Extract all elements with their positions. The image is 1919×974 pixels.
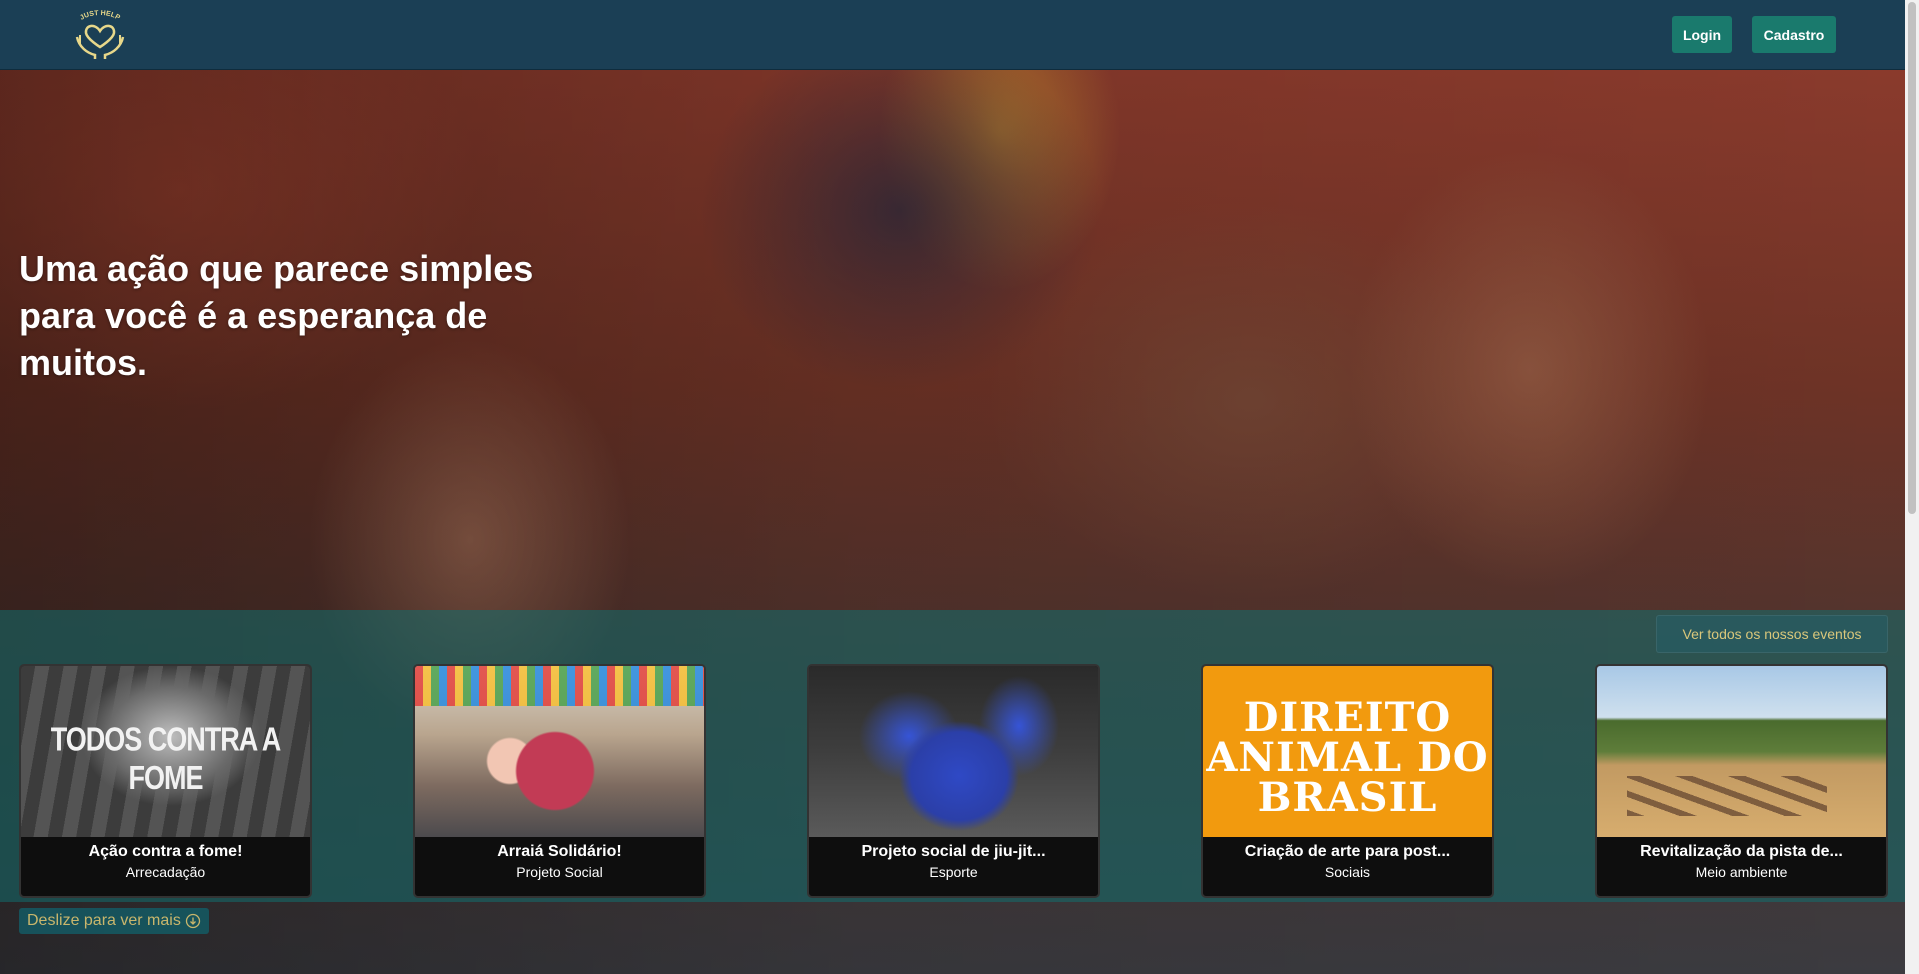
events-carousel: Ver todos os nossos eventos TODOS CONTRA… xyxy=(0,610,1905,902)
hero-headline: Uma ação que parece simples para você é … xyxy=(19,248,534,383)
see-all-events-button[interactable]: Ver todos os nossos eventos xyxy=(1656,615,1888,653)
logo[interactable]: JUST HELP xyxy=(69,9,131,61)
signup-button[interactable]: Cadastro xyxy=(1752,16,1836,53)
event-card-image xyxy=(809,666,1098,837)
event-card[interactable]: DIREITO ANIMAL DO BRASIL Criação de arte… xyxy=(1201,664,1494,898)
event-card-image: DIREITO ANIMAL DO BRASIL xyxy=(1203,666,1492,837)
svg-text:JUST HELP: JUST HELP xyxy=(79,10,121,22)
event-card-category: Esporte xyxy=(929,864,978,880)
arrow-down-circle-icon xyxy=(185,913,200,929)
event-card-image xyxy=(415,666,704,837)
logo-text: JUST HELP xyxy=(79,10,121,22)
event-card[interactable]: Projeto social de jiu-jit... Esporte xyxy=(807,664,1100,898)
event-card-image: TODOS CONTRA A FOME xyxy=(21,666,310,837)
festival-flags xyxy=(415,666,704,706)
event-card-image xyxy=(1597,666,1886,837)
debris-decoration xyxy=(1627,776,1827,816)
event-card-category: Arrecadação xyxy=(125,864,206,880)
login-button[interactable]: Login xyxy=(1672,16,1732,53)
event-card-title: Projeto social de jiu-jit... xyxy=(861,843,1046,860)
scroll-hint-button[interactable]: Deslize para ver mais xyxy=(19,908,209,934)
hero-section: Uma ação que parece simples para você é … xyxy=(0,70,1905,974)
event-card[interactable]: TODOS CONTRA A FOME Ação contra a fome! … xyxy=(19,664,312,898)
page-scrollbar[interactable] xyxy=(1905,0,1919,974)
logo-icon: JUST HELP xyxy=(75,10,125,59)
event-card-category: Sociais xyxy=(1324,864,1371,880)
scrollbar-thumb[interactable] xyxy=(1908,2,1916,514)
event-card-title: Arraiá Solidário! xyxy=(497,843,622,860)
event-card[interactable]: Arraiá Solidário! Projeto Social xyxy=(413,664,706,898)
event-image-text: DIREITO ANIMAL DO BRASIL xyxy=(1206,694,1489,821)
event-card[interactable]: Revitalização da pista de... Meio ambien… xyxy=(1595,664,1888,898)
event-card-category: Meio ambiente xyxy=(1695,864,1788,880)
event-card-category: Projeto Social xyxy=(516,864,603,880)
event-card-title: Ação contra a fome! xyxy=(88,843,243,860)
event-card-title: Revitalização da pista de... xyxy=(1640,843,1843,860)
scroll-hint-label: Deslize para ver mais xyxy=(27,912,181,929)
event-image-text: TODOS CONTRA A FOME xyxy=(50,720,282,797)
event-card-title: Criação de arte para post... xyxy=(1244,843,1451,860)
top-navbar: JUST HELP Login Cadastro xyxy=(0,0,1905,70)
